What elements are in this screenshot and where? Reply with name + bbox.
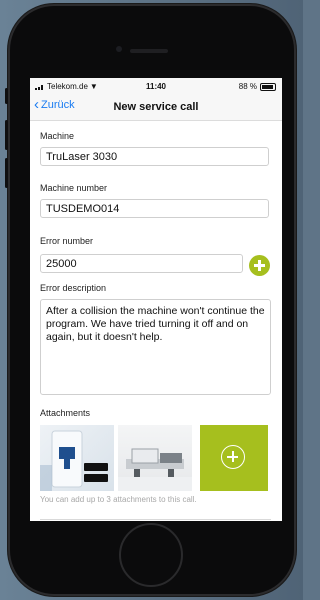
machine-photo-image — [118, 448, 192, 491]
mute-switch — [5, 88, 8, 104]
add-attachment-button[interactable] — [200, 425, 268, 491]
volume-down-button — [5, 158, 8, 188]
attachments-hint: You can add up to 3 attachments to this … — [40, 495, 197, 504]
volume-up-button — [5, 120, 8, 150]
page-title: New service call — [113, 101, 199, 113]
battery-icon — [260, 82, 276, 91]
error-description-label: Error description — [40, 283, 107, 293]
divider — [40, 519, 271, 520]
attachment-thumbnail-app[interactable] — [40, 425, 114, 491]
app-screen: Telekom.de ▼ 11:40 88 % ‹ Zurück New ser… — [30, 78, 282, 521]
status-right: 88 % — [239, 82, 276, 91]
plus-circle-icon — [221, 445, 245, 469]
machine-label: Machine — [40, 131, 75, 141]
battery-percent: 88 % — [238, 82, 257, 91]
attachments-label: Attachments — [40, 408, 91, 418]
earpiece-speaker — [130, 49, 168, 53]
error-description-field[interactable]: After a collision the machine won't cont… — [40, 299, 271, 395]
machine-field[interactable]: TruLaser 3030 — [40, 147, 269, 166]
front-camera — [116, 46, 122, 52]
add-error-number-button[interactable] — [249, 255, 270, 276]
status-bar: Telekom.de ▼ 11:40 88 % — [30, 78, 282, 94]
attachment-thumbnail-machine[interactable] — [118, 425, 192, 491]
error-number-field[interactable]: 25000 — [40, 254, 243, 273]
attachments-row — [40, 425, 272, 491]
home-button[interactable] — [119, 523, 183, 587]
app-screenshot-image — [40, 430, 108, 491]
navigation-bar: ‹ Zurück New service call — [30, 94, 282, 121]
error-number-label: Error number — [40, 236, 94, 246]
machine-number-field[interactable]: TUSDEMO014 — [40, 199, 269, 218]
machine-number-label: Machine number — [40, 183, 108, 193]
